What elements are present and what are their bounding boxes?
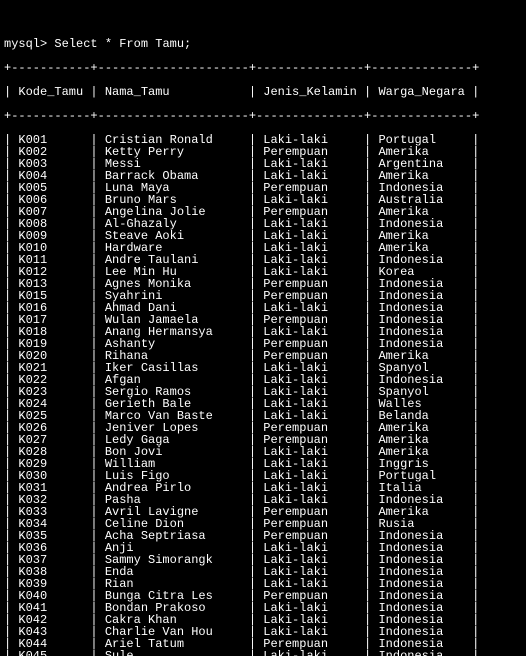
mysql-terminal: mysql> Select * From Tamu; +-----------+…: [0, 24, 526, 656]
table-row: | K045 | Sule | Laki-laki | Indonesia |: [4, 650, 522, 656]
table-header-row: | Kode_Tamu | Nama_Tamu | Jenis_Kelamin …: [4, 86, 522, 98]
header-cell: | Kode_Tamu | Nama_Tamu | Jenis_Kelamin …: [4, 85, 479, 99]
table-row: | K044 | Ariel Tatum | Perempuan | Indon…: [4, 638, 522, 650]
prompt: mysql>: [4, 37, 54, 51]
query: Select * From Tamu;: [54, 37, 191, 51]
table-border-mid: +-----------+---------------------+-----…: [4, 110, 522, 122]
prompt-line[interactable]: mysql> Select * From Tamu;: [4, 38, 522, 50]
table-border-top: +-----------+---------------------+-----…: [4, 62, 522, 74]
